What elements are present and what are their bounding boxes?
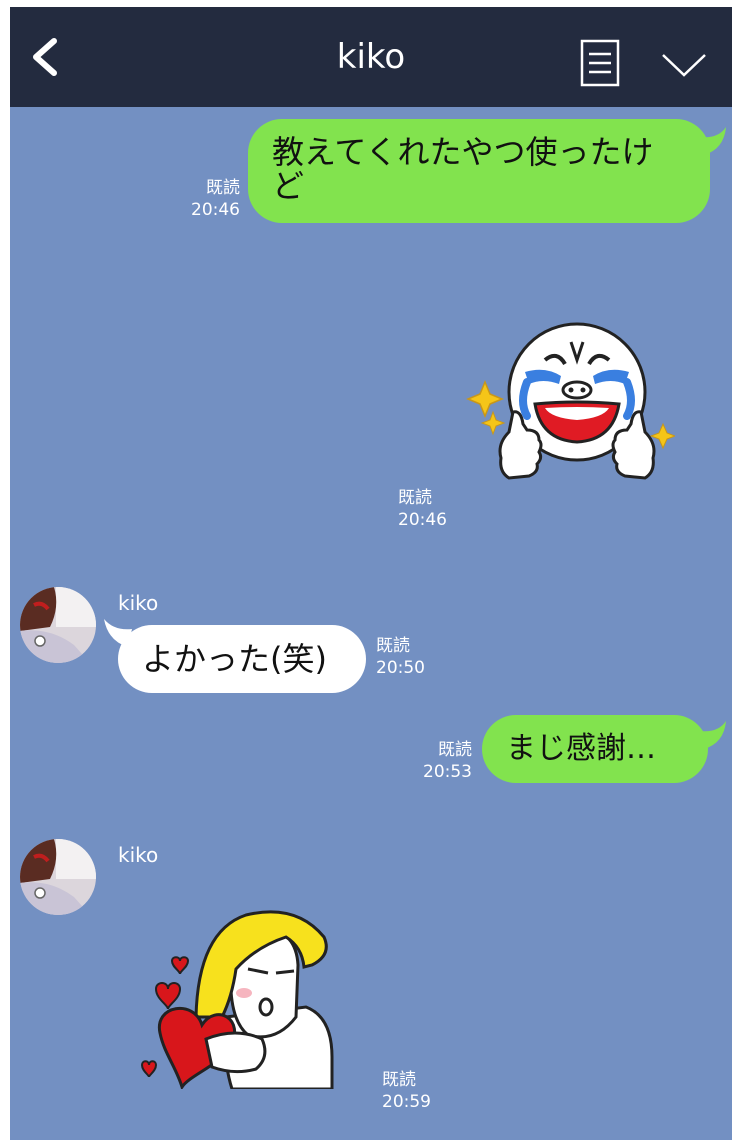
message-meta: 既読 20:46 (176, 177, 240, 221)
outgoing-message-bubble[interactable]: まじ感謝… (482, 715, 708, 783)
message-time: 20:50 (376, 658, 425, 678)
read-receipt: 既読 (382, 1070, 416, 1090)
chat-header: kiko (10, 7, 732, 107)
incoming-message-bubble[interactable]: よかった(笑) (118, 625, 366, 693)
read-receipt: 既読 (206, 178, 240, 198)
blonde-sticker[interactable] (136, 907, 336, 1089)
read-receipt: 既読 (438, 740, 472, 760)
message-text-line: 教えてくれたやつ使ったけ (272, 133, 654, 171)
sender-name: kiko (118, 591, 159, 615)
chat-screen: kiko 既読 20:46 教えてくれたやつ使ったけ ど 既読 20:46 ki… (10, 7, 732, 1140)
moon-sticker[interactable] (465, 312, 675, 502)
kiko-avatar[interactable] (20, 587, 96, 663)
message-meta: 既読 20:46 (398, 487, 447, 531)
message-meta: 既読 20:53 (410, 739, 472, 783)
sender-name: kiko (118, 843, 159, 867)
message-meta: 既読 20:59 (382, 1069, 431, 1113)
chat-title: kiko (336, 37, 406, 77)
avatar-image (20, 839, 96, 915)
bubble-tail (700, 721, 726, 749)
chevron-down-icon[interactable] (660, 49, 708, 79)
outgoing-message-bubble[interactable]: 教えてくれたやつ使ったけ ど (248, 119, 710, 223)
message-time: 20:46 (191, 200, 240, 220)
read-receipt: 既読 (398, 488, 432, 508)
message-meta: 既読 20:50 (376, 635, 425, 679)
avatar-image (20, 587, 96, 663)
message-time: 20:46 (398, 510, 447, 530)
bubble-tail (700, 127, 726, 155)
read-receipt: 既読 (376, 636, 410, 656)
document-list-icon[interactable] (580, 39, 620, 87)
message-time: 20:59 (382, 1092, 431, 1112)
message-time: 20:53 (423, 762, 472, 782)
message-text-line: ど (272, 167, 305, 205)
kiko-avatar[interactable] (20, 839, 96, 915)
